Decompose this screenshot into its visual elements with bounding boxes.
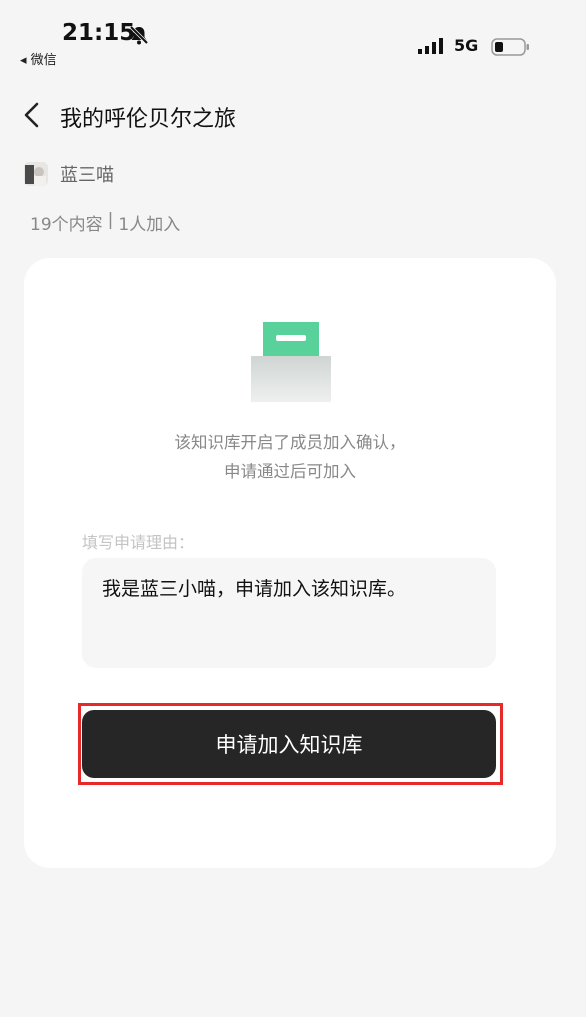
signal-icon [418,38,443,54]
battery-icon [491,38,529,56]
status-time: 21:15 [62,20,136,46]
join-request-card: 该知识库开启了成员加入确认， 申请通过后可加入 填写申请理由： 我是蓝三小喵，申… [24,258,556,868]
back-arrow-icon[interactable] [20,100,44,130]
back-to-wechat-link[interactable]: ◂ 微信 [20,49,57,68]
author-name: 蓝三喵 [60,165,114,186]
reason-label: 填写申请理由： [82,533,195,552]
apply-join-button[interactable]: 申请加入知识库 [82,710,496,778]
stats-separator: | [107,210,114,230]
reason-input-value: 我是蓝三小喵，申请加入该知识库。 [102,578,407,600]
mute-bell-icon [129,25,149,45]
knowledge-base-stats: 19个内容 | 1人加入 [30,210,180,235]
notice-line-2: 申请通过后可加入 [224,462,356,481]
page-title: 我的呼伦贝尔之旅 [60,107,237,132]
avatar-image-icon [24,162,48,186]
reason-input[interactable]: 我是蓝三小喵，申请加入该知识库。 [82,558,496,668]
notice-line-1: 该知识库开启了成员加入确认， [174,433,406,452]
avatar [24,162,48,186]
content-count: 19个内容 [30,215,103,235]
knowledge-base-box-icon [251,322,331,402]
network-type: 5G [454,36,479,55]
author-row[interactable]: 蓝三喵 [24,160,114,188]
join-confirmation-notice: 该知识库开启了成员加入确认， 申请通过后可加入 [24,428,556,486]
member-count: 1人加入 [118,215,181,235]
status-bar: 21:15 ◂ 微信 5G [0,0,586,70]
